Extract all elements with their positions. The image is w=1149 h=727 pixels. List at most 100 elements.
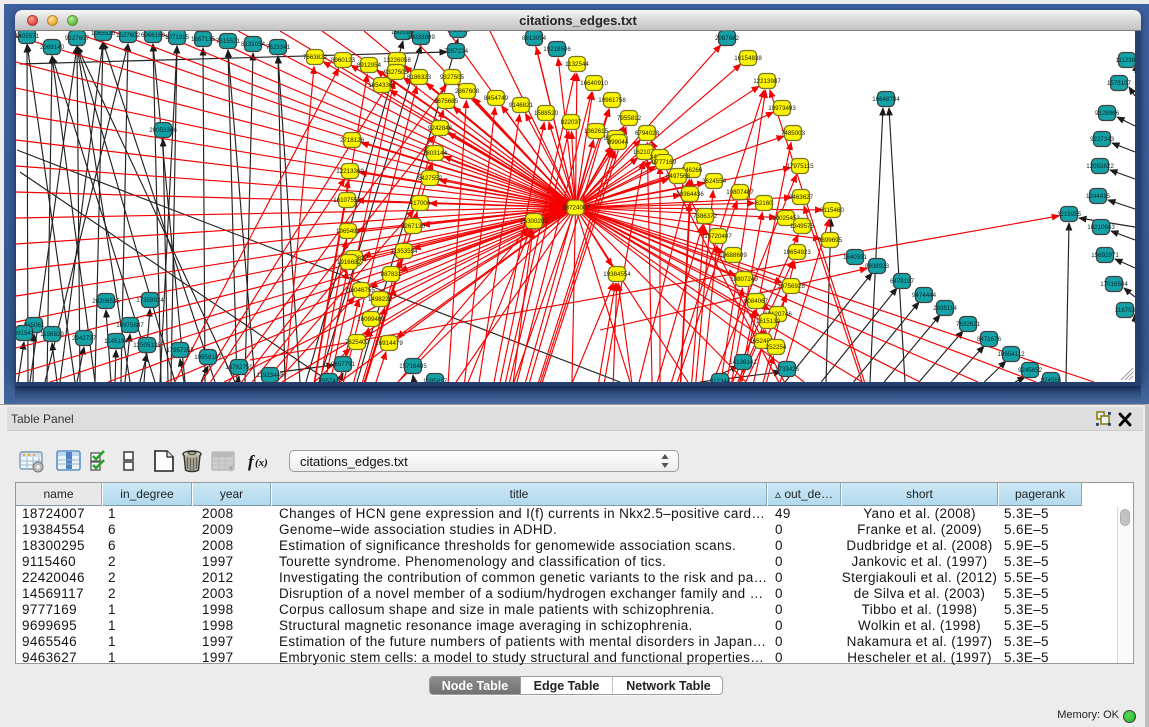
svg-text:17016504: 17016504 (1100, 281, 1128, 288)
svg-text:16099489: 16099489 (357, 316, 385, 323)
svg-text:7623341: 7623341 (266, 44, 291, 51)
svg-text:17975115: 17975115 (786, 163, 814, 170)
svg-text:11923448: 11923448 (256, 372, 284, 379)
svg-text:20053346: 20053346 (149, 127, 177, 134)
svg-text:3215955: 3215955 (1057, 211, 1082, 218)
svg-text:7663822: 7663822 (303, 54, 328, 61)
svg-text:12213987: 12213987 (753, 78, 781, 85)
svg-text:1112383: 1112383 (1115, 57, 1135, 64)
svg-text:9146821: 9146821 (509, 102, 534, 109)
svg-text:9777169: 9777169 (652, 159, 677, 166)
svg-text:16543362: 16543362 (368, 82, 396, 89)
svg-text:62160: 62160 (755, 200, 773, 207)
svg-text:10958107: 10958107 (194, 354, 222, 361)
svg-text:1640591: 1640591 (843, 254, 868, 261)
svg-text:1156829: 1156829 (40, 331, 64, 338)
svg-text:10807487: 10807487 (726, 189, 754, 196)
svg-text:8938923: 8938923 (865, 263, 890, 270)
svg-text:1527602: 1527602 (116, 32, 141, 39)
svg-text:887831: 887831 (381, 271, 402, 278)
svg-text:1065526: 1065526 (91, 31, 116, 37)
svg-text:1588520: 1588520 (534, 110, 559, 117)
svg-text:18724007: 18724007 (562, 205, 590, 212)
svg-text:12505135: 12505135 (133, 342, 161, 349)
svg-text:9463627: 9463627 (789, 194, 814, 201)
svg-text:899044: 899044 (608, 139, 629, 146)
svg-text:8186323: 8186323 (407, 74, 432, 81)
svg-text:7386372: 7386372 (693, 213, 718, 220)
svg-text:1405571: 1405571 (16, 33, 40, 40)
svg-text:19384554: 19384554 (603, 271, 631, 278)
svg-text:16107552: 16107552 (333, 197, 361, 204)
svg-text:16782759: 16782759 (225, 364, 253, 371)
svg-text:7485003: 7485003 (781, 130, 806, 137)
svg-text:9242848: 9242848 (428, 125, 453, 132)
svg-text:15720407: 15720407 (704, 233, 732, 240)
svg-text:8813054: 8813054 (522, 35, 547, 42)
svg-text:16648784: 16648784 (872, 96, 900, 103)
svg-text:3624554: 3624554 (702, 178, 727, 185)
svg-text:2942737: 2942737 (72, 335, 97, 342)
svg-text:20206535: 20206535 (92, 298, 120, 305)
svg-text:(x): (x) (255, 457, 268, 469)
svg-text:6794028: 6794028 (635, 130, 660, 137)
svg-text:1244415: 1244415 (1086, 193, 1111, 200)
svg-text:8912954: 8912954 (357, 62, 382, 69)
svg-text:7625402: 7625402 (345, 339, 370, 346)
svg-text:13226058: 13226058 (383, 57, 411, 64)
svg-text:9657791: 9657791 (331, 361, 356, 368)
svg-text:15692971: 15692971 (1091, 252, 1119, 259)
svg-text:2718126: 2718126 (340, 137, 365, 144)
svg-text:9127607: 9127607 (65, 35, 90, 42)
svg-text:16914479: 16914479 (375, 340, 403, 347)
svg-text:1667135: 1667135 (191, 36, 216, 43)
svg-text:25300205: 25300205 (520, 218, 548, 225)
svg-text:8427552: 8427552 (418, 175, 443, 182)
svg-text:17957255: 17957255 (166, 347, 194, 354)
svg-text:18807249: 18807249 (730, 276, 758, 283)
svg-text:116753: 116753 (1115, 307, 1135, 314)
svg-text:1916682: 1916682 (337, 259, 362, 266)
svg-text:1145194: 1145194 (104, 338, 128, 345)
svg-text:12093822: 12093822 (1086, 163, 1114, 170)
svg-text:10975887: 10975887 (116, 322, 144, 329)
svg-text:11353594: 11353594 (390, 248, 418, 255)
svg-text:10688609: 10688609 (719, 252, 747, 259)
svg-text:822037: 822037 (561, 119, 582, 126)
svg-text:2069140: 2069140 (40, 44, 65, 51)
svg-text:2935114: 2935114 (933, 305, 957, 312)
svg-text:4451220: 4451220 (446, 31, 471, 34)
svg-text:16154838: 16154838 (734, 55, 762, 62)
svg-text:2803144: 2803144 (423, 150, 448, 157)
svg-text:924565: 924565 (1041, 377, 1062, 382)
svg-text:1498222: 1498222 (368, 296, 393, 303)
svg-text:10973493: 10973493 (768, 105, 796, 112)
svg-text:9899695: 9899695 (818, 237, 843, 244)
svg-text:20364436: 20364436 (676, 191, 704, 198)
svg-text:9084067: 9084067 (744, 298, 769, 305)
svg-text:8131054: 8131054 (241, 41, 266, 48)
svg-text:2867608: 2867608 (455, 88, 480, 95)
svg-text:1095817: 1095817 (423, 378, 448, 382)
svg-text:6479197: 6479197 (890, 278, 915, 285)
svg-text:16033809: 16033809 (407, 34, 435, 41)
svg-text:7357224: 7357224 (444, 48, 469, 55)
svg-text:9327505: 9327505 (440, 74, 465, 81)
svg-text:16046755: 16046755 (347, 287, 375, 294)
svg-text:8471676: 8471676 (977, 336, 1002, 343)
svg-text:9115460: 9115460 (820, 207, 844, 214)
svg-text:15716485: 15716485 (399, 363, 427, 370)
svg-text:1071915: 1071915 (165, 34, 190, 41)
svg-text:3267130: 3267130 (401, 223, 426, 230)
svg-text:6497568: 6497568 (666, 173, 691, 180)
svg-text:9129966: 9129966 (1095, 110, 1120, 117)
svg-text:19654923: 19654923 (783, 249, 811, 256)
svg-text:1132544: 1132544 (565, 61, 589, 68)
svg-text:417006: 417006 (410, 200, 431, 207)
svg-text:795742: 795742 (319, 378, 340, 382)
svg-text:16640910: 16640910 (580, 80, 608, 87)
svg-text:1349575: 1349575 (790, 223, 815, 230)
svg-text:8454749: 8454749 (484, 95, 509, 102)
svg-text:17359924: 17359924 (136, 297, 164, 304)
svg-text:1362615: 1362615 (584, 128, 609, 135)
